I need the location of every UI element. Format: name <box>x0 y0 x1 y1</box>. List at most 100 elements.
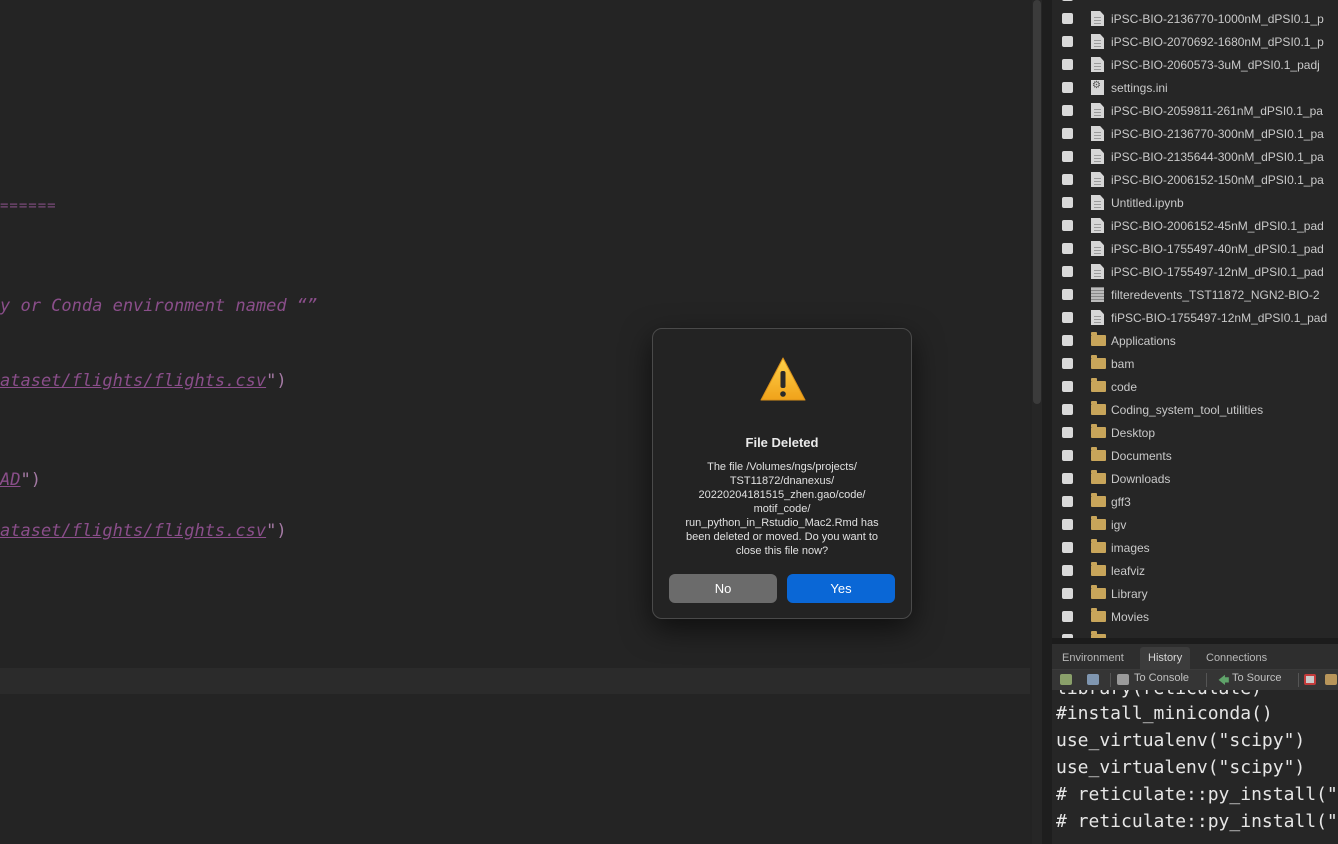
file-checkbox[interactable] <box>1062 266 1073 277</box>
file-checkbox[interactable] <box>1062 128 1073 139</box>
file-row[interactable]: gff3 <box>1052 490 1338 513</box>
tab-environment[interactable]: Environment <box>1054 647 1132 670</box>
file-name-link[interactable]: iPSC-BIO-2070692-1680nM_dPSI0.1_p <box>1111 35 1324 49</box>
file-checkbox[interactable] <box>1062 59 1073 70</box>
file-checkbox[interactable] <box>1062 220 1073 231</box>
file-name-link[interactable]: Movies <box>1111 610 1149 624</box>
history-entry[interactable]: library(reticulate) <box>1056 690 1262 699</box>
file-row[interactable]: fiPSC-BIO-1755497-12nM_dPSI0.1_pad <box>1052 306 1338 329</box>
file-name-link[interactable]: filteredevents_TST11872_NGN2-BIO-2 <box>1111 288 1320 302</box>
file-row[interactable]: images <box>1052 536 1338 559</box>
file-checkbox[interactable] <box>1062 404 1073 415</box>
file-row[interactable]: iPSC-BIO-1755497-40nM_dPSI0.1_pad <box>1052 237 1338 260</box>
yes-button[interactable]: Yes <box>787 574 895 603</box>
file-name-link[interactable]: bam <box>1111 357 1134 371</box>
file-row[interactable]: Coding_system_tool_utilities <box>1052 398 1338 421</box>
file-row[interactable]: iPSC-BIO-2006152-150nM_dPSI0.1_pa <box>1052 168 1338 191</box>
file-name-link[interactable]: igv <box>1111 518 1126 532</box>
file-name-link[interactable]: Library <box>1111 587 1148 601</box>
file-checkbox[interactable] <box>1062 335 1073 346</box>
to-console-button[interactable]: To Console <box>1134 672 1189 684</box>
file-row[interactable]: Movies <box>1052 605 1338 628</box>
history-entry[interactable]: use_virtualenv("scipy") <box>1056 757 1305 778</box>
file-name-link[interactable]: leafviz <box>1111 564 1145 578</box>
file-checkbox[interactable] <box>1062 519 1073 530</box>
file-checkbox[interactable] <box>1062 13 1073 24</box>
history-entry[interactable]: # reticulate::py_install("in <box>1056 811 1338 832</box>
file-name-link[interactable]: iPSC-BIO-2136770-1000nM_dPSI0.1_p <box>1111 12 1324 26</box>
load-history-icon[interactable] <box>1060 674 1072 685</box>
file-name-link[interactable]: gff3 <box>1111 495 1131 509</box>
file-name-link[interactable]: Coding_system_tool_utilities <box>1111 403 1263 417</box>
file-row[interactable]: bam <box>1052 352 1338 375</box>
file-checkbox[interactable] <box>1062 312 1073 323</box>
file-name-link[interactable]: code <box>1111 380 1137 394</box>
tab-connections[interactable]: Connections <box>1198 647 1275 670</box>
file-row[interactable]: igv <box>1052 513 1338 536</box>
file-row[interactable]: iPSC-BIO-1755497-12nM_dPSI0.1_pad <box>1052 260 1338 283</box>
file-row[interactable]: iPSC-BIO-2136770-300nM_dPSI0.1_pa <box>1052 122 1338 145</box>
editor-scrollbar-thumb[interactable] <box>1033 0 1041 404</box>
file-name-link[interactable]: iPSC-BIO-2060573-3uM_dPSI0.1_padj <box>1111 58 1320 72</box>
file-row[interactable]: iPSC-BIO-2059811-261nM_dPSI0.1_pa <box>1052 99 1338 122</box>
file-name-link[interactable]: iPSC-BIO-2006152-45nM_dPSI0.1_pad <box>1111 219 1324 233</box>
file-checkbox[interactable] <box>1062 450 1073 461</box>
file-checkbox[interactable] <box>1062 473 1073 484</box>
file-row[interactable]: settings.ini <box>1052 76 1338 99</box>
clear-history-icon[interactable] <box>1325 674 1337 685</box>
file-checkbox[interactable] <box>1062 151 1073 162</box>
save-history-icon[interactable] <box>1087 674 1099 685</box>
file-name-link[interactable]: Documents <box>1111 449 1172 463</box>
to-source-button[interactable]: To Source <box>1232 672 1282 684</box>
file-row[interactable]: Untitled.ipynb <box>1052 191 1338 214</box>
file-row[interactable]: Library <box>1052 582 1338 605</box>
file-checkbox[interactable] <box>1062 565 1073 576</box>
file-name-link[interactable]: images <box>1111 541 1150 555</box>
file-checkbox[interactable] <box>1062 82 1073 93</box>
file-checkbox[interactable] <box>1062 0 1073 1</box>
file-checkbox[interactable] <box>1062 496 1073 507</box>
file-row[interactable] <box>1052 628 1338 638</box>
file-row[interactable]: Applications <box>1052 329 1338 352</box>
file-name-link[interactable]: Downloads <box>1111 472 1170 486</box>
file-name-link[interactable]: iPSC-BIO-2059811-261nM_dPSI0.1_pa <box>1111 104 1323 118</box>
file-checkbox[interactable] <box>1062 174 1073 185</box>
file-name-link[interactable]: iPSC-BIO-1755497-12nM_dPSI0.1_pad <box>1111 265 1324 279</box>
no-button[interactable]: No <box>669 574 777 603</box>
file-row[interactable]: iPSC-BIO-2136770-1000nM_dPSI0.1_p <box>1052 7 1338 30</box>
file-row[interactable]: filteredevents_TST11872_NGN2-BIO-2 <box>1052 283 1338 306</box>
file-row[interactable]: iPSC-BIO-2070692-1680nM_dPSI0.1_p <box>1052 30 1338 53</box>
file-checkbox[interactable] <box>1062 381 1073 392</box>
file-row[interactable]: Documents <box>1052 444 1338 467</box>
file-name-link[interactable]: fiPSC-BIO-1755497-12nM_dPSI0.1_pad <box>1111 311 1327 325</box>
file-name-link[interactable]: Applications <box>1111 334 1176 348</box>
history-entry[interactable]: # reticulate::py_install("pa <box>1056 784 1338 805</box>
file-checkbox[interactable] <box>1062 289 1073 300</box>
file-checkbox[interactable] <box>1062 358 1073 369</box>
file-checkbox[interactable] <box>1062 611 1073 622</box>
file-row[interactable] <box>1052 0 1338 7</box>
file-checkbox[interactable] <box>1062 588 1073 599</box>
file-name-link[interactable]: Untitled.ipynb <box>1111 196 1184 210</box>
file-row[interactable]: iPSC-BIO-2006152-45nM_dPSI0.1_pad <box>1052 214 1338 237</box>
file-name-link[interactable]: iPSC-BIO-1755497-40nM_dPSI0.1_pad <box>1111 242 1324 256</box>
file-row[interactable]: iPSC-BIO-2060573-3uM_dPSI0.1_padj <box>1052 53 1338 76</box>
file-row[interactable]: Desktop <box>1052 421 1338 444</box>
file-checkbox[interactable] <box>1062 243 1073 254</box>
file-name-link[interactable]: settings.ini <box>1111 81 1168 95</box>
file-checkbox[interactable] <box>1062 105 1073 116</box>
file-row[interactable]: code <box>1052 375 1338 398</box>
file-name-link[interactable]: Desktop <box>1111 426 1155 440</box>
history-entry[interactable]: use_virtualenv("scipy") <box>1056 730 1305 751</box>
tab-history[interactable]: History <box>1140 647 1191 670</box>
remove-entry-icon[interactable] <box>1304 674 1316 685</box>
file-checkbox[interactable] <box>1062 427 1073 438</box>
file-checkbox[interactable] <box>1062 36 1073 47</box>
file-name-link[interactable]: iPSC-BIO-2136770-300nM_dPSI0.1_pa <box>1111 127 1324 141</box>
file-row[interactable]: leafviz <box>1052 559 1338 582</box>
history-entry[interactable]: #install_miniconda() <box>1056 703 1273 724</box>
history-list[interactable]: library(reticulate) #install_miniconda()… <box>1052 690 1338 844</box>
file-row[interactable]: Downloads <box>1052 467 1338 490</box>
file-checkbox[interactable] <box>1062 197 1073 208</box>
file-name-link[interactable]: iPSC-BIO-2006152-150nM_dPSI0.1_pa <box>1111 173 1324 187</box>
